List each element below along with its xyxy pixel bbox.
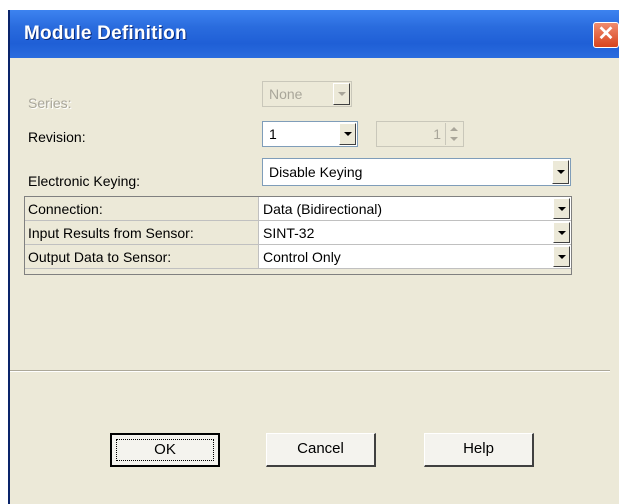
ok-button-label: OK xyxy=(116,439,214,461)
grid-row-connection: Connection: Data (Bidirectional) xyxy=(25,197,571,221)
separator xyxy=(10,370,610,372)
output-data-value: Control Only xyxy=(263,249,341,265)
cancel-button-label: Cancel xyxy=(297,440,344,457)
grid-row-input-results: Input Results from Sensor: SINT-32 xyxy=(25,221,571,245)
connection-label: Connection: xyxy=(28,201,103,217)
revision-major-select[interactable]: 1 xyxy=(262,121,358,147)
close-button[interactable]: ✕ xyxy=(593,22,619,48)
close-icon: ✕ xyxy=(597,23,615,45)
series-value: None xyxy=(269,86,303,102)
keying-value: Disable Keying xyxy=(269,164,363,180)
connection-select[interactable]: Data (Bidirectional) xyxy=(258,197,571,220)
input-results-value: SINT-32 xyxy=(263,225,315,241)
input-results-select[interactable]: SINT-32 xyxy=(258,221,571,244)
chevron-down-icon[interactable] xyxy=(553,222,570,243)
dialog-title: Module Definition xyxy=(24,23,187,44)
revision-minor-spinner: 1 xyxy=(376,121,464,147)
title-bar[interactable]: Module Definition ✕ xyxy=(10,10,619,58)
spinner-arrows-icon xyxy=(445,123,462,145)
help-button-label: Help xyxy=(463,440,494,457)
series-select: None xyxy=(262,81,352,107)
chevron-down-icon[interactable] xyxy=(553,198,570,219)
help-button[interactable]: Help xyxy=(424,433,534,467)
revision-major-value: 1 xyxy=(269,126,277,142)
input-results-label: Input Results from Sensor: xyxy=(28,225,194,241)
properties-grid: Connection: Data (Bidirectional) Input R… xyxy=(24,196,572,275)
keying-label: Electronic Keying: xyxy=(28,173,141,189)
keying-select[interactable]: Disable Keying xyxy=(262,158,571,186)
revision-label: Revision: xyxy=(28,129,86,145)
chevron-down-icon[interactable] xyxy=(553,246,570,267)
revision-minor-value: 1 xyxy=(433,126,441,142)
chevron-down-icon[interactable] xyxy=(552,160,569,184)
cancel-button[interactable]: Cancel xyxy=(266,433,376,467)
output-data-select[interactable]: Control Only xyxy=(258,245,571,268)
series-label: Series: xyxy=(28,95,72,111)
ok-button[interactable]: OK xyxy=(110,433,220,467)
connection-value: Data (Bidirectional) xyxy=(263,201,383,217)
chevron-down-icon[interactable] xyxy=(339,123,356,145)
grid-row-output-data: Output Data to Sensor: Control Only xyxy=(25,245,571,269)
chevron-down-icon xyxy=(333,83,350,105)
output-data-label: Output Data to Sensor: xyxy=(28,249,172,265)
module-definition-dialog: Module Definition ✕ Series: None Revisio… xyxy=(8,10,619,504)
